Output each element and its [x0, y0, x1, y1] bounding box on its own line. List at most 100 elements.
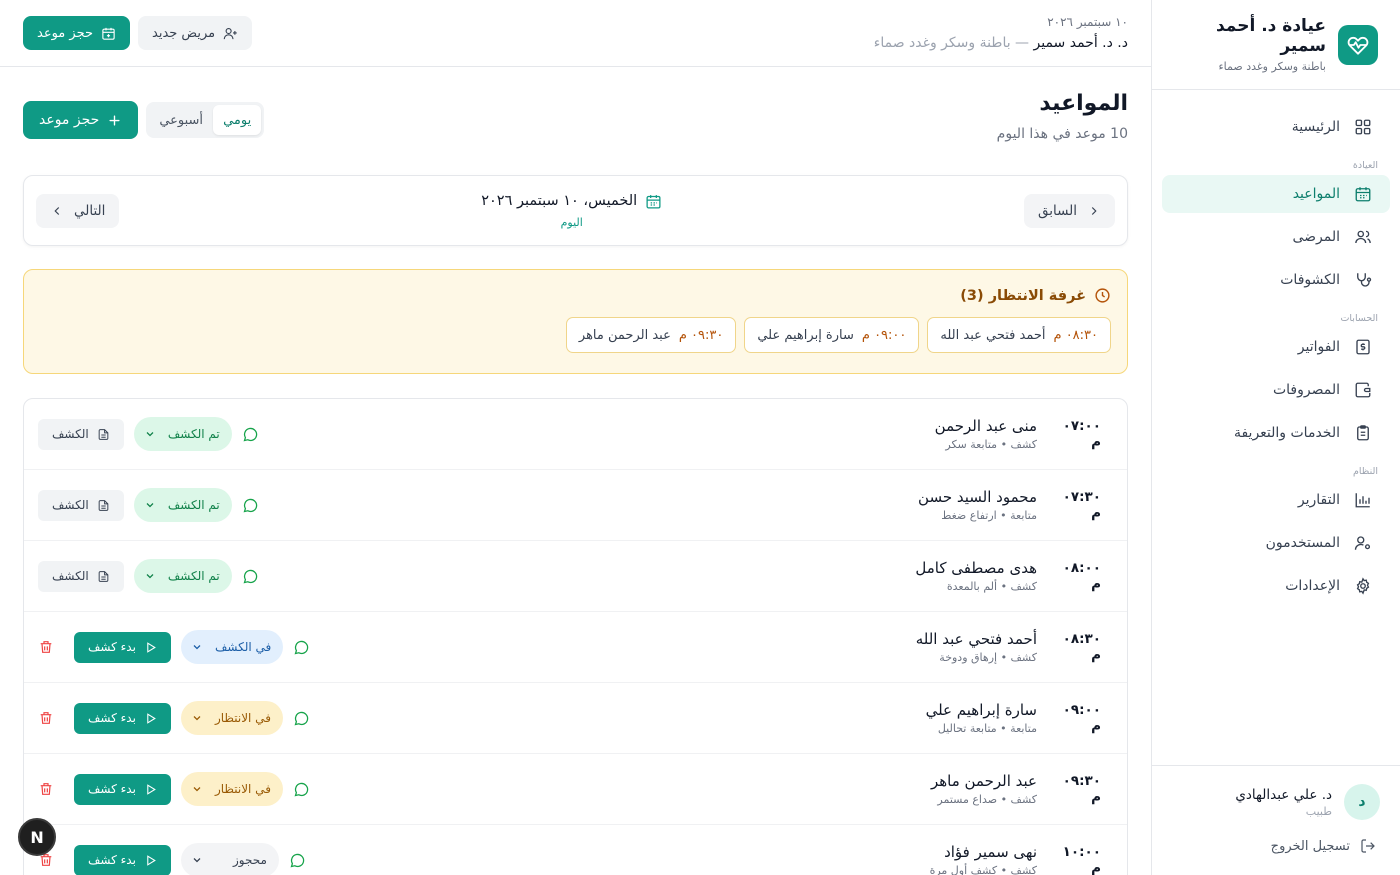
- sidebar-item-invoices[interactable]: الفواتير: [1162, 328, 1390, 366]
- sidebar-item-home[interactable]: الرئيسية: [1162, 108, 1390, 146]
- trash-icon[interactable]: [38, 781, 54, 797]
- status-dropdown[interactable]: في الكشف: [180, 630, 284, 664]
- start-visit-button[interactable]: بدء كشف: [74, 631, 171, 663]
- patient-name[interactable]: عبد الرحمن ماهر: [310, 772, 1037, 790]
- next-day-button[interactable]: التالي: [36, 193, 120, 228]
- nextjs-dev-indicator-button[interactable]: N: [18, 818, 56, 856]
- visit-record-button[interactable]: الكشف: [38, 418, 124, 450]
- sidebar-item-patients[interactable]: المرضى: [1162, 218, 1390, 256]
- calendar-icon: [1355, 187, 1371, 202]
- sidebar-item-services[interactable]: الخدمات والتعريفة: [1162, 414, 1390, 452]
- sidebar-item-label: الفواتير: [1297, 339, 1340, 355]
- chevron-down-icon: [146, 432, 154, 437]
- appointment-meta: متابعة • ارتفاع ضغط: [941, 509, 1037, 522]
- patient-name[interactable]: أحمد فتحي عبد الله: [310, 630, 1037, 648]
- appointment-meta: كشف • إرهاق ودوخة: [939, 651, 1037, 664]
- visit-record-label: الكشف: [52, 569, 89, 583]
- logout-button[interactable]: تسجيل الخروج: [1172, 838, 1380, 854]
- whatsapp-icon[interactable]: [242, 568, 259, 585]
- appointment-meta: كشف • ألم بالمعدة: [946, 580, 1037, 593]
- waiting-chip[interactable]: ٠٩:٠٠ م سارة إبراهيم علي: [744, 317, 920, 353]
- date-navigator: السابق الخميس، ١٠ سبتمبر ٢٠٢٦ اليوم التا…: [23, 175, 1128, 246]
- chevron-down-icon: [193, 858, 201, 863]
- sidebar-item-visits[interactable]: الكشوفات: [1162, 261, 1390, 299]
- trash-icon[interactable]: [38, 710, 54, 726]
- sidebar-item-settings[interactable]: الإعدادات: [1162, 567, 1390, 605]
- whatsapp-icon[interactable]: [293, 639, 310, 656]
- appointment-time: ٠٩:٠٠ م: [1062, 702, 1101, 734]
- sidebar-item-appointments[interactable]: المواعيد: [1162, 175, 1390, 213]
- topbar: ١٠ سبتمبر ٢٠٢٦ د. د. أحمد سمير — باطنة و…: [0, 0, 1151, 67]
- current-date: الخميس، ١٠ سبتمبر ٢٠٢٦: [481, 193, 638, 209]
- whatsapp-icon[interactable]: [293, 710, 310, 727]
- appointment-time: ٠٩:٣٠ م: [1062, 773, 1101, 805]
- view-toggle: يومي أسبوعي: [146, 102, 265, 138]
- sidebar-item-label: التقارير: [1297, 492, 1340, 508]
- sidebar: عيادة د. أحمد سمير باطنة وسكر وغدد صماء …: [1151, 0, 1400, 875]
- wallet-icon: [1355, 382, 1371, 398]
- avatar: د: [1344, 784, 1380, 820]
- users-icon: [1355, 230, 1371, 244]
- patient-name[interactable]: سارة إبراهيم علي: [310, 701, 1037, 719]
- sidebar-item-reports[interactable]: التقارير: [1162, 481, 1390, 519]
- status-dropdown[interactable]: محجوز: [180, 843, 279, 875]
- status-label: محجوز: [233, 853, 267, 867]
- waiting-time: ٠٨:٣٠ م: [1053, 327, 1099, 343]
- user-profile[interactable]: د د. علي عبدالهادي طبيب: [1172, 784, 1380, 820]
- stethoscope-icon: [1357, 273, 1372, 287]
- view-weekly-tab[interactable]: أسبوعي: [149, 105, 213, 135]
- visit-record-button[interactable]: الكشف: [38, 489, 124, 521]
- prev-day-button[interactable]: السابق: [1023, 193, 1115, 228]
- nav-section-clinic: العيادة: [1352, 160, 1378, 171]
- table-row: ٠٨:٠٠ م هدى مصطفى كامل كشف • ألم بالمعدة…: [24, 541, 1127, 612]
- dollar-receipt-icon: [1356, 339, 1370, 355]
- patient-name[interactable]: نهى سمير فؤاد: [306, 843, 1037, 861]
- new-patient-button[interactable]: مريض جديد: [138, 16, 253, 50]
- sidebar-item-users[interactable]: المستخدمون: [1162, 524, 1390, 562]
- whatsapp-icon[interactable]: [293, 781, 310, 798]
- patient-name[interactable]: منى عبد الرحمن: [259, 417, 1037, 435]
- status-dropdown[interactable]: تم الكشف: [133, 488, 232, 522]
- chevron-down-icon: [193, 716, 201, 721]
- view-daily-tab[interactable]: يومي: [213, 105, 262, 135]
- user-name: د. علي عبدالهادي: [1235, 786, 1332, 803]
- trash-icon[interactable]: [38, 639, 54, 655]
- main-content: ١٠ سبتمبر ٢٠٢٦ د. د. أحمد سمير — باطنة و…: [0, 0, 1151, 875]
- user-cog-icon: [1354, 536, 1371, 550]
- start-visit-label: بدء كشف: [88, 782, 136, 796]
- start-visit-button[interactable]: بدء كشف: [74, 773, 171, 805]
- book-appointment-button[interactable]: حجز موعد: [23, 101, 139, 139]
- visit-record-button[interactable]: الكشف: [38, 560, 124, 592]
- whatsapp-icon[interactable]: [242, 497, 259, 514]
- patient-name[interactable]: هدى مصطفى كامل: [259, 559, 1037, 577]
- patient-name[interactable]: محمود السيد حسن: [259, 488, 1037, 506]
- sidebar-nav: الرئيسية العيادة المواعيد المرضى الكشوفا…: [1152, 90, 1400, 620]
- book-appointment-label: حجز موعد: [39, 112, 100, 128]
- waiting-room-title: غرفة الانتظار (3): [960, 287, 1086, 304]
- whatsapp-icon[interactable]: [289, 852, 306, 869]
- sidebar-item-expenses[interactable]: المصروفات: [1162, 371, 1390, 409]
- prev-day-label: السابق: [1037, 202, 1077, 219]
- waiting-time: ٠٩:٠٠ م: [861, 327, 907, 343]
- status-dropdown[interactable]: في الانتظار: [180, 701, 283, 735]
- start-visit-button[interactable]: بدء كشف: [74, 844, 171, 875]
- top-book-button[interactable]: حجز موعد: [23, 16, 130, 50]
- waiting-chip[interactable]: ٠٨:٣٠ م أحمد فتحي عبد الله: [927, 317, 1111, 353]
- whatsapp-icon[interactable]: [242, 426, 259, 443]
- status-dropdown[interactable]: تم الكشف: [133, 417, 232, 451]
- sidebar-item-label: المصروفات: [1272, 382, 1340, 398]
- start-visit-button[interactable]: بدء كشف: [74, 702, 171, 734]
- table-row: ٠٩:٣٠ م عبد الرحمن ماهر كشف • صداع مستمر…: [24, 754, 1127, 825]
- chevron-down-icon: [193, 787, 201, 792]
- status-dropdown[interactable]: في الانتظار: [180, 772, 283, 806]
- grid-icon: [1355, 119, 1371, 135]
- logout-label: تسجيل الخروج: [1270, 838, 1350, 854]
- calendar-plus-icon: [102, 27, 115, 40]
- table-row: ٠٧:٠٠ م منى عبد الرحمن كشف • متابعة سكر …: [24, 399, 1127, 470]
- gear-icon: [1356, 577, 1370, 595]
- waiting-chip[interactable]: ٠٩:٣٠ م عبد الرحمن ماهر: [565, 317, 737, 353]
- status-dropdown[interactable]: تم الكشف: [133, 559, 232, 593]
- status-label: تم الكشف: [167, 427, 220, 441]
- table-row: ٠٧:٣٠ م محمود السيد حسن متابعة • ارتفاع …: [24, 470, 1127, 541]
- start-visit-label: بدء كشف: [88, 640, 136, 654]
